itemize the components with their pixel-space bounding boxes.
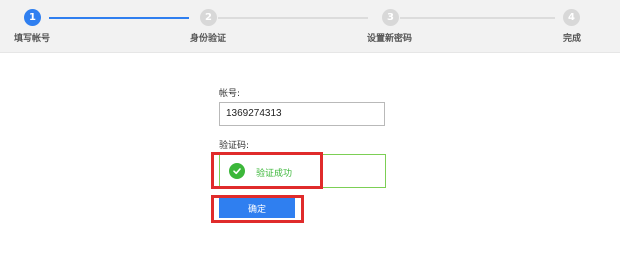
step-4-indicator: 4 xyxy=(563,9,580,26)
reset-password-page: 1 填写帐号 2 身份验证 3 设置新密码 4 完成 帐号: 136927431… xyxy=(0,0,620,274)
step-2-indicator: 2 xyxy=(200,9,217,26)
step-3-indicator: 3 xyxy=(382,9,399,26)
account-input[interactable]: 1369274313 xyxy=(219,102,385,126)
captcha-status-text: 验证成功 xyxy=(256,169,293,179)
check-circle-icon xyxy=(229,163,245,179)
account-label: 帐号: xyxy=(219,89,241,99)
step-1-label: 填写帐号 xyxy=(14,34,51,44)
captcha-label: 验证码: xyxy=(219,141,250,151)
step-1-indicator: 1 xyxy=(24,9,41,26)
step-4-label: 完成 xyxy=(563,34,582,44)
step-2-label: 身份验证 xyxy=(190,34,227,44)
step-3-label: 设置新密码 xyxy=(367,34,413,44)
step-connector-3 xyxy=(400,17,555,19)
step-connector-1 xyxy=(49,17,189,19)
confirm-button[interactable]: 确定 xyxy=(219,198,295,218)
step-connector-2 xyxy=(218,17,368,19)
progress-stepper: 1 填写帐号 2 身份验证 3 设置新密码 4 完成 xyxy=(0,0,620,53)
